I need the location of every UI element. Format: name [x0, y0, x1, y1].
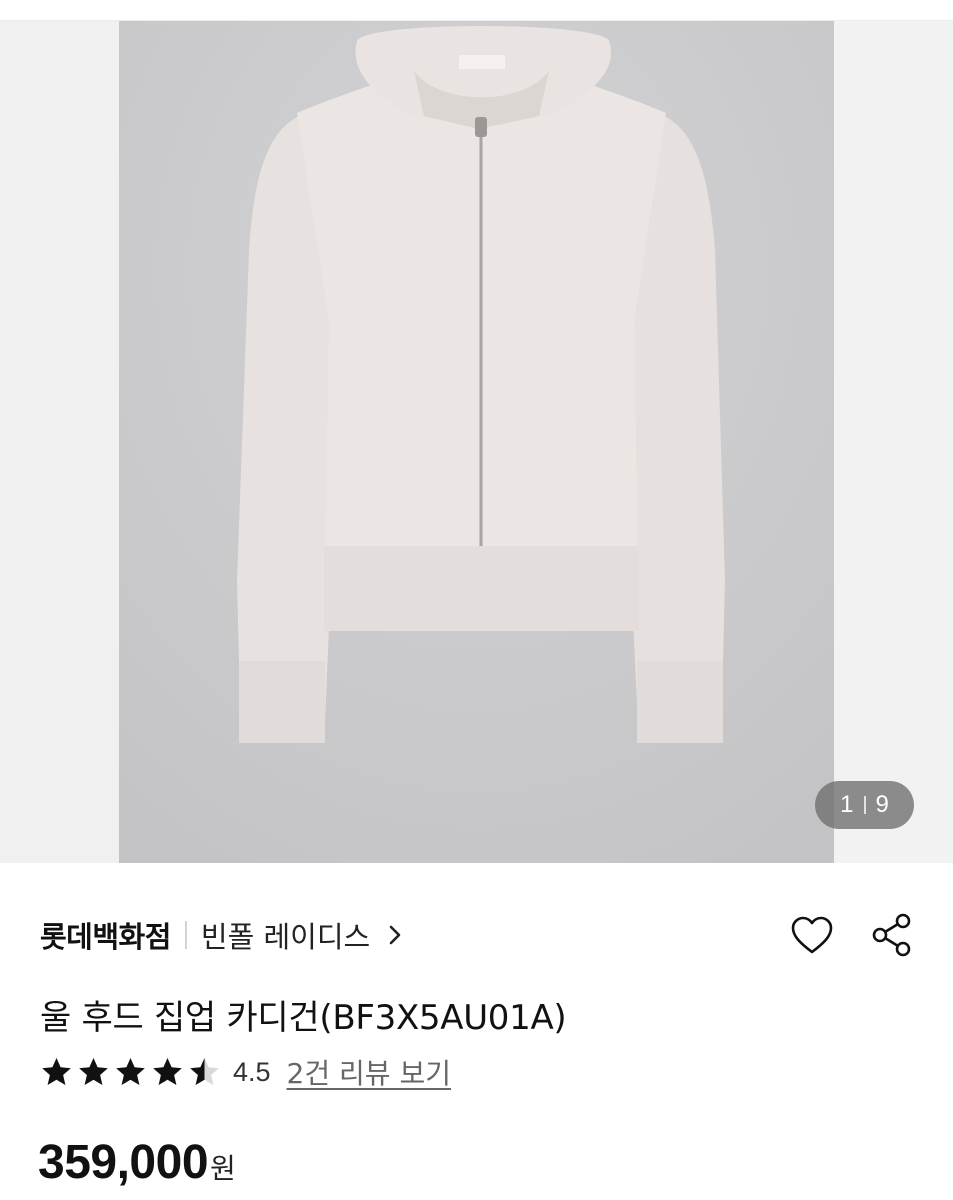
product-price: 359,000 — [38, 1136, 209, 1189]
star-icon — [116, 1057, 145, 1085]
brand-row: 롯데백화점 빈폴 레이디스 — [40, 912, 406, 958]
product-image-gallery[interactable]: 1 9 — [0, 21, 953, 863]
product-actions — [789, 912, 915, 958]
share-icon — [872, 913, 911, 957]
product-image[interactable] — [119, 21, 834, 863]
star-icon — [153, 1057, 182, 1085]
rating-score: 4.5 — [233, 1056, 271, 1087]
star-icon — [79, 1057, 108, 1085]
next-image-peek[interactable] — [834, 21, 953, 863]
star-icon — [42, 1057, 71, 1085]
star-rating — [40, 1056, 221, 1089]
price-currency: 원 — [210, 1152, 236, 1185]
image-counter-divider — [863, 796, 866, 814]
review-link[interactable]: 2건 리뷰 보기 — [287, 1052, 451, 1092]
store-name[interactable]: 롯데백화점 — [40, 914, 171, 956]
price-row: 359,000 원 — [38, 1135, 236, 1190]
top-bar — [0, 0, 953, 21]
star-icon — [190, 1057, 219, 1085]
brand-name-link[interactable]: 빈폴 레이디스 — [201, 914, 370, 956]
share-button[interactable] — [869, 912, 915, 958]
image-counter-total: 9 — [875, 791, 889, 818]
wishlist-button[interactable] — [789, 912, 835, 958]
product-title: 울 후드 집업 카디건(BF3X5AU01A) — [40, 998, 567, 1038]
previous-image-peek[interactable] — [0, 21, 119, 863]
image-counter: 1 9 — [815, 781, 914, 829]
image-counter-current: 1 — [840, 791, 854, 818]
rating-row: 4.5 2건 리뷰 보기 — [40, 1052, 451, 1092]
chevron-right-icon[interactable] — [384, 924, 406, 946]
brand-divider — [184, 921, 187, 949]
heart-icon — [791, 916, 833, 954]
